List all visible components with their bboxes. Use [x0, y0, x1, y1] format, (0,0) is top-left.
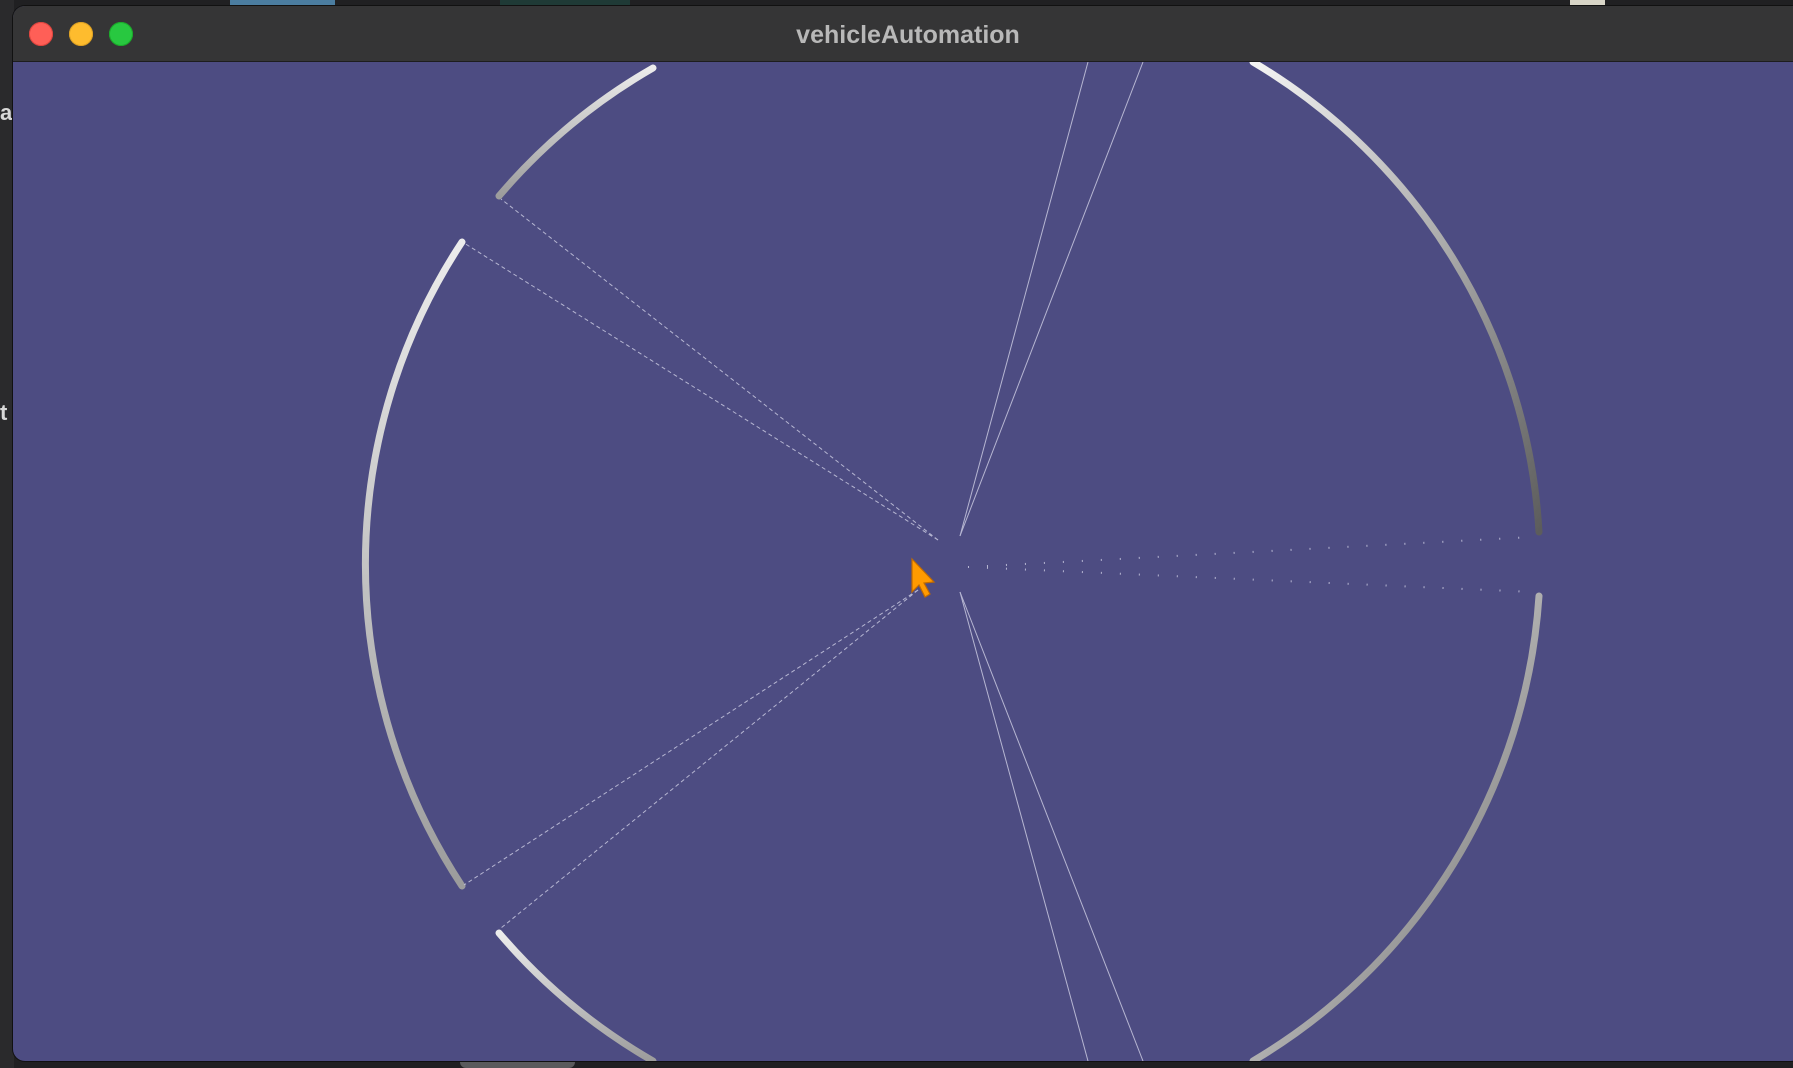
close-button[interactable]: [29, 22, 53, 46]
track-arc-top-right: [1249, 62, 1543, 536]
track-arc-bottom-right: [1249, 592, 1543, 1061]
background-app-edge: [0, 0, 14, 1068]
sensor-ray: [463, 242, 939, 541]
sensor-ray: [959, 591, 1144, 1061]
simulation-canvas[interactable]: [13, 62, 1793, 1061]
sensor-ray: [500, 198, 939, 541]
sensor-ray: [500, 589, 919, 929]
track-scene: [361, 62, 1543, 1061]
app-window: vehicleAutomation: [13, 6, 1793, 1061]
zoom-button[interactable]: [109, 22, 133, 46]
background-text: t: [0, 400, 8, 425]
sensor-ray: [959, 62, 1089, 537]
title-bar[interactable]: vehicleAutomation: [13, 6, 1793, 62]
background-text: a: [0, 100, 13, 125]
sensor-ray: [967, 566, 1534, 593]
window-title: vehicleAutomation: [796, 21, 1020, 49]
sensor-ray: [967, 536, 1534, 568]
sensor-rays: [463, 62, 1534, 1061]
track-arc-top-left: [495, 64, 657, 200]
track-arc-bottom-left: [495, 929, 657, 1061]
sensor-ray: [959, 591, 1089, 1061]
sensor-ray: [463, 589, 919, 886]
minimize-button[interactable]: [69, 22, 93, 46]
track-arc-left: [361, 238, 466, 890]
sensor-ray: [959, 62, 1144, 537]
